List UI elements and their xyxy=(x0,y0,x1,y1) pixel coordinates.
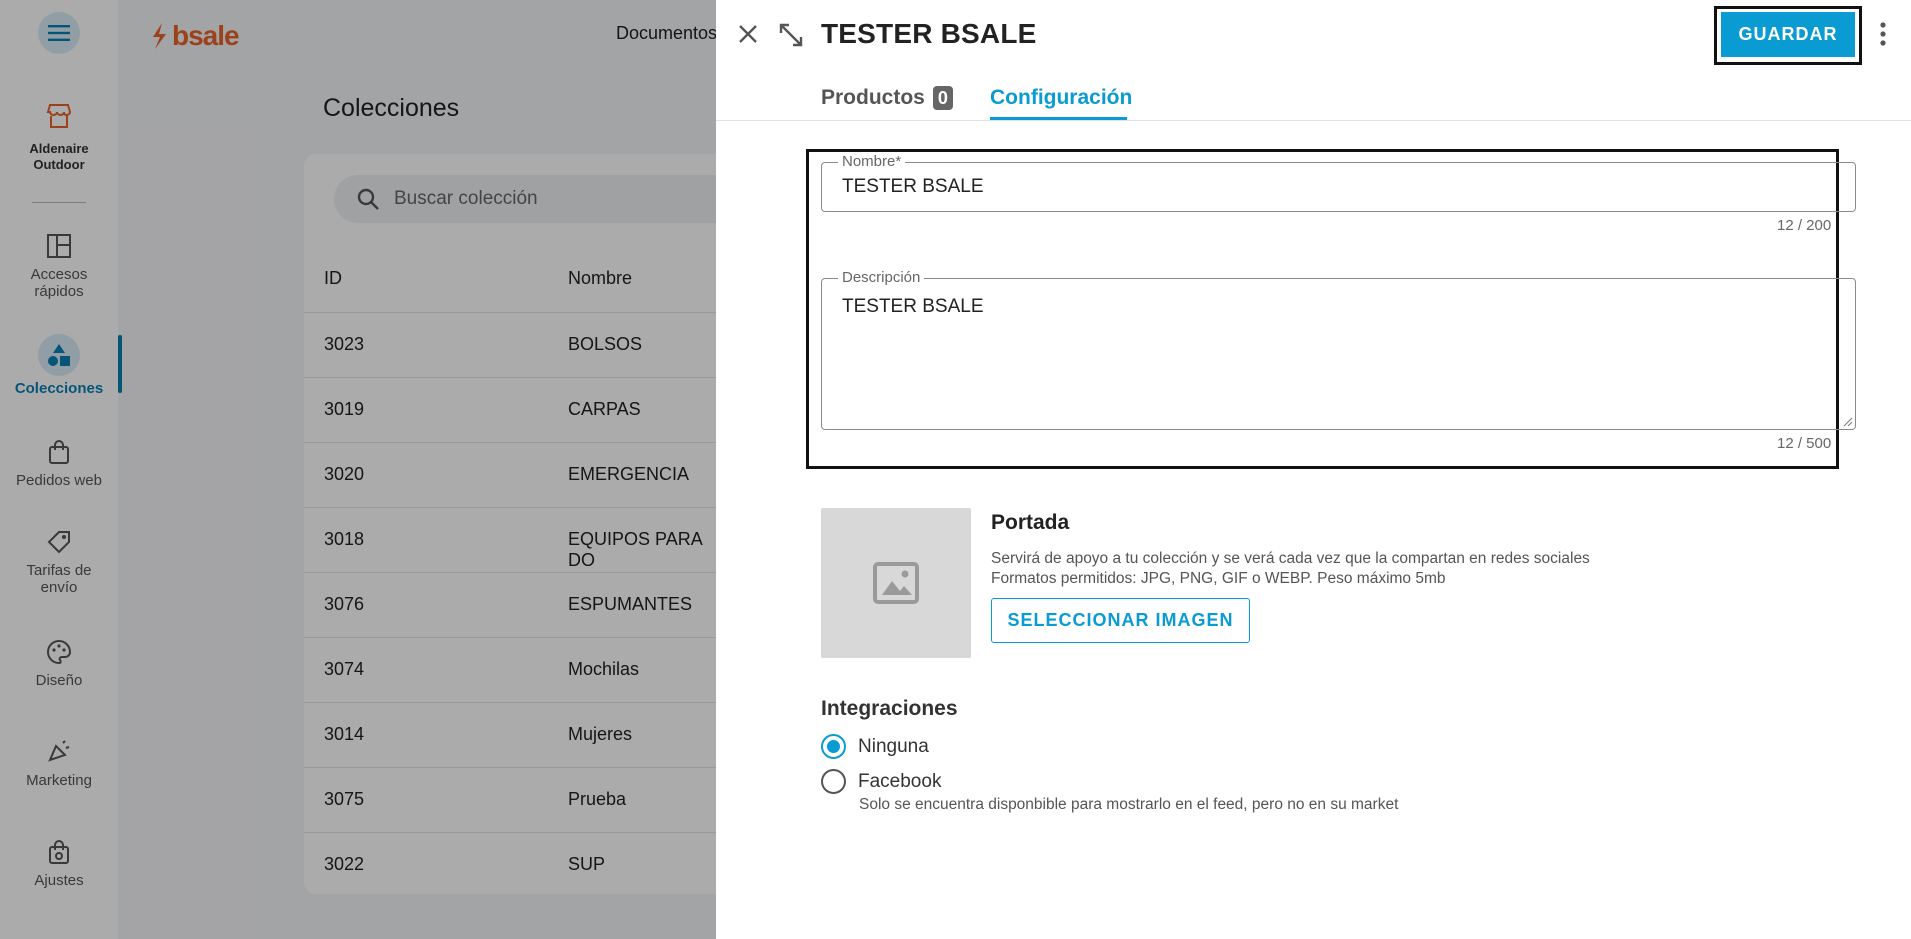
integrations-title: Integraciones xyxy=(821,697,958,720)
name-field[interactable]: Nombre* TESTER BSALE xyxy=(821,153,1856,212)
close-icon xyxy=(739,25,757,43)
facebook-hint: Solo se encuentra disponbible para mostr… xyxy=(859,796,1399,813)
select-image-button[interactable]: SELECCIONAR IMAGEN xyxy=(991,598,1250,643)
cover-title: Portada xyxy=(991,511,1070,534)
tab-productos[interactable]: Productos 0 xyxy=(821,86,953,110)
more-vertical-icon xyxy=(1880,22,1886,46)
drawer-title: TESTER BSALE xyxy=(821,18,1037,49)
products-count-badge: 0 xyxy=(932,86,953,110)
image-icon xyxy=(873,562,919,604)
expand-icon xyxy=(779,23,803,47)
save-button[interactable]: GUARDAR xyxy=(1721,12,1855,57)
resize-handle-icon[interactable] xyxy=(1843,417,1853,427)
cover-image-placeholder xyxy=(821,508,971,658)
close-button[interactable] xyxy=(736,22,760,51)
name-char-counter: 12 / 200 xyxy=(1777,217,1832,234)
cover-description: Servirá de apoyo a tu colección y se ver… xyxy=(991,550,1590,587)
radio-unselected-icon[interactable] xyxy=(821,769,846,794)
expand-button[interactable] xyxy=(778,22,804,53)
radio-selected-icon[interactable] xyxy=(821,734,846,759)
description-field[interactable]: Descripción TESTER BSALE xyxy=(821,269,1856,430)
collection-drawer: TESTER BSALE GUARDAR Productos 0 Configu… xyxy=(716,0,1911,939)
tabs-divider xyxy=(716,120,1911,121)
description-char-counter: 12 / 500 xyxy=(1777,435,1832,452)
radio-ninguna[interactable]: Ninguna xyxy=(821,734,929,759)
radio-facebook[interactable]: Facebook xyxy=(821,769,941,794)
more-options-button[interactable] xyxy=(1878,20,1888,53)
tab-configuracion[interactable]: Configuración xyxy=(990,86,1132,110)
